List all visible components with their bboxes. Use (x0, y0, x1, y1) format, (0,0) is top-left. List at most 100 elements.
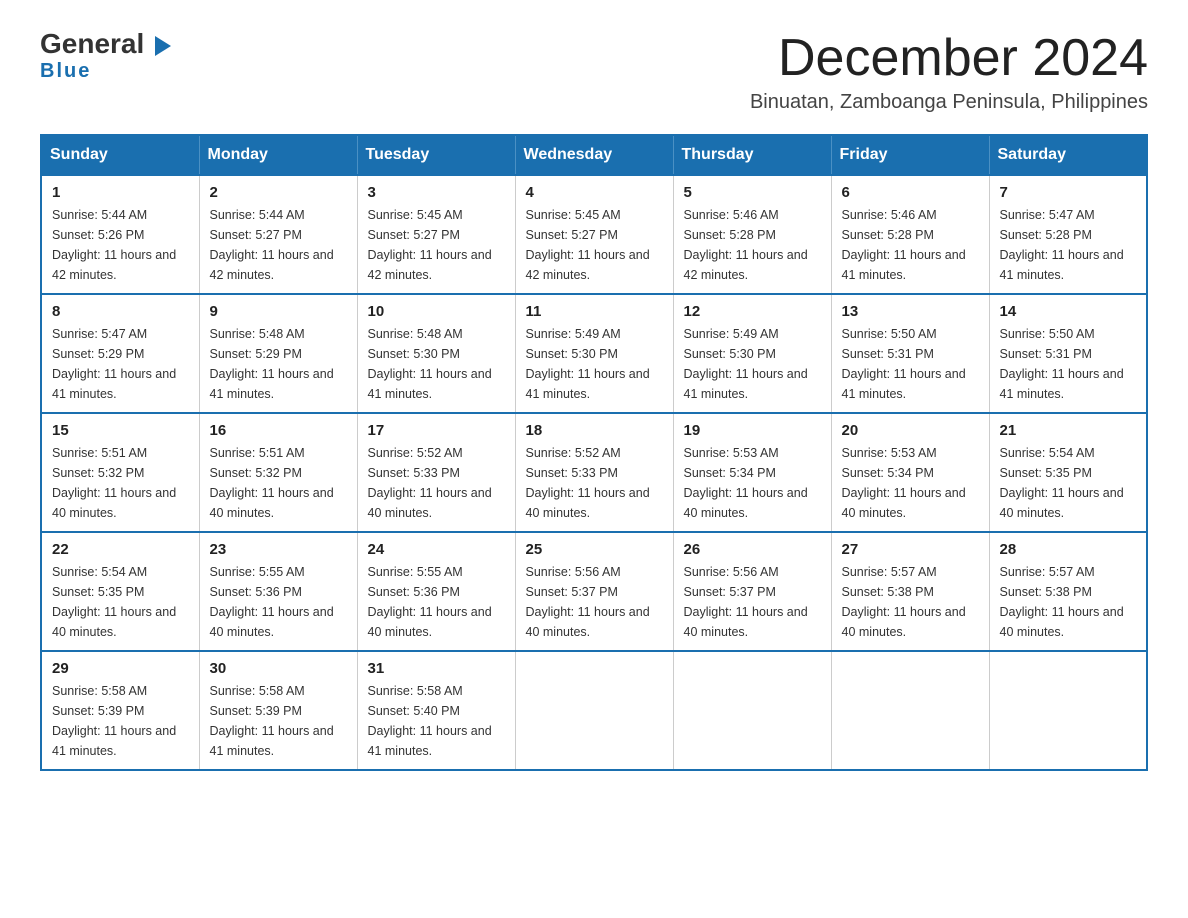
day-number: 27 (842, 541, 979, 558)
calendar-cell: 7 Sunrise: 5:47 AMSunset: 5:28 PMDayligh… (989, 175, 1147, 294)
calendar-cell: 16 Sunrise: 5:51 AMSunset: 5:32 PMDaylig… (199, 413, 357, 532)
day-info: Sunrise: 5:58 AMSunset: 5:39 PMDaylight:… (52, 684, 176, 758)
calendar-cell: 21 Sunrise: 5:54 AMSunset: 5:35 PMDaylig… (989, 413, 1147, 532)
calendar-cell: 4 Sunrise: 5:45 AMSunset: 5:27 PMDayligh… (515, 175, 673, 294)
day-info: Sunrise: 5:54 AMSunset: 5:35 PMDaylight:… (1000, 446, 1124, 520)
calendar-cell: 30 Sunrise: 5:58 AMSunset: 5:39 PMDaylig… (199, 651, 357, 770)
day-info: Sunrise: 5:51 AMSunset: 5:32 PMDaylight:… (210, 446, 334, 520)
day-number: 28 (1000, 541, 1137, 558)
day-number: 31 (368, 660, 505, 677)
calendar-week-row: 1 Sunrise: 5:44 AMSunset: 5:26 PMDayligh… (41, 175, 1147, 294)
day-number: 23 (210, 541, 347, 558)
weekday-header-sunday: Sunday (41, 135, 199, 175)
day-number: 4 (526, 184, 663, 201)
day-info: Sunrise: 5:58 AMSunset: 5:39 PMDaylight:… (210, 684, 334, 758)
day-number: 24 (368, 541, 505, 558)
calendar-cell: 20 Sunrise: 5:53 AMSunset: 5:34 PMDaylig… (831, 413, 989, 532)
day-number: 11 (526, 303, 663, 320)
calendar-cell: 3 Sunrise: 5:45 AMSunset: 5:27 PMDayligh… (357, 175, 515, 294)
calendar-cell: 2 Sunrise: 5:44 AMSunset: 5:27 PMDayligh… (199, 175, 357, 294)
calendar-cell: 23 Sunrise: 5:55 AMSunset: 5:36 PMDaylig… (199, 532, 357, 651)
calendar-cell: 18 Sunrise: 5:52 AMSunset: 5:33 PMDaylig… (515, 413, 673, 532)
calendar-cell: 14 Sunrise: 5:50 AMSunset: 5:31 PMDaylig… (989, 294, 1147, 413)
calendar-cell: 28 Sunrise: 5:57 AMSunset: 5:38 PMDaylig… (989, 532, 1147, 651)
day-info: Sunrise: 5:56 AMSunset: 5:37 PMDaylight:… (684, 565, 808, 639)
day-info: Sunrise: 5:54 AMSunset: 5:35 PMDaylight:… (52, 565, 176, 639)
day-info: Sunrise: 5:49 AMSunset: 5:30 PMDaylight:… (526, 327, 650, 401)
calendar-cell: 29 Sunrise: 5:58 AMSunset: 5:39 PMDaylig… (41, 651, 199, 770)
day-info: Sunrise: 5:44 AMSunset: 5:27 PMDaylight:… (210, 208, 334, 282)
day-info: Sunrise: 5:50 AMSunset: 5:31 PMDaylight:… (842, 327, 966, 401)
calendar-cell: 15 Sunrise: 5:51 AMSunset: 5:32 PMDaylig… (41, 413, 199, 532)
calendar-cell: 31 Sunrise: 5:58 AMSunset: 5:40 PMDaylig… (357, 651, 515, 770)
calendar-cell: 8 Sunrise: 5:47 AMSunset: 5:29 PMDayligh… (41, 294, 199, 413)
logo-general-text: General (40, 30, 171, 58)
day-number: 10 (368, 303, 505, 320)
day-number: 30 (210, 660, 347, 677)
weekday-header-monday: Monday (199, 135, 357, 175)
day-info: Sunrise: 5:46 AMSunset: 5:28 PMDaylight:… (842, 208, 966, 282)
calendar-week-row: 8 Sunrise: 5:47 AMSunset: 5:29 PMDayligh… (41, 294, 1147, 413)
calendar-cell: 22 Sunrise: 5:54 AMSunset: 5:35 PMDaylig… (41, 532, 199, 651)
day-number: 25 (526, 541, 663, 558)
weekday-header-wednesday: Wednesday (515, 135, 673, 175)
logo: General Blue (40, 30, 171, 83)
weekday-header-tuesday: Tuesday (357, 135, 515, 175)
day-info: Sunrise: 5:52 AMSunset: 5:33 PMDaylight:… (368, 446, 492, 520)
day-number: 16 (210, 422, 347, 439)
calendar-cell: 17 Sunrise: 5:52 AMSunset: 5:33 PMDaylig… (357, 413, 515, 532)
calendar-cell (989, 651, 1147, 770)
day-number: 8 (52, 303, 189, 320)
calendar-cell: 12 Sunrise: 5:49 AMSunset: 5:30 PMDaylig… (673, 294, 831, 413)
day-number: 18 (526, 422, 663, 439)
day-info: Sunrise: 5:56 AMSunset: 5:37 PMDaylight:… (526, 565, 650, 639)
day-number: 7 (1000, 184, 1137, 201)
calendar-cell: 27 Sunrise: 5:57 AMSunset: 5:38 PMDaylig… (831, 532, 989, 651)
title-area: December 2024 Binuatan, Zamboanga Penins… (750, 30, 1148, 114)
day-number: 21 (1000, 422, 1137, 439)
calendar-table: SundayMondayTuesdayWednesdayThursdayFrid… (40, 134, 1148, 771)
day-number: 12 (684, 303, 821, 320)
calendar-cell: 1 Sunrise: 5:44 AMSunset: 5:26 PMDayligh… (41, 175, 199, 294)
calendar-cell: 24 Sunrise: 5:55 AMSunset: 5:36 PMDaylig… (357, 532, 515, 651)
calendar-cell: 10 Sunrise: 5:48 AMSunset: 5:30 PMDaylig… (357, 294, 515, 413)
day-number: 29 (52, 660, 189, 677)
day-info: Sunrise: 5:46 AMSunset: 5:28 PMDaylight:… (684, 208, 808, 282)
day-info: Sunrise: 5:57 AMSunset: 5:38 PMDaylight:… (1000, 565, 1124, 639)
day-number: 20 (842, 422, 979, 439)
calendar-week-row: 15 Sunrise: 5:51 AMSunset: 5:32 PMDaylig… (41, 413, 1147, 532)
calendar-cell: 9 Sunrise: 5:48 AMSunset: 5:29 PMDayligh… (199, 294, 357, 413)
day-info: Sunrise: 5:47 AMSunset: 5:28 PMDaylight:… (1000, 208, 1124, 282)
day-info: Sunrise: 5:50 AMSunset: 5:31 PMDaylight:… (1000, 327, 1124, 401)
calendar-cell (515, 651, 673, 770)
weekday-header-friday: Friday (831, 135, 989, 175)
day-info: Sunrise: 5:51 AMSunset: 5:32 PMDaylight:… (52, 446, 176, 520)
day-info: Sunrise: 5:45 AMSunset: 5:27 PMDaylight:… (368, 208, 492, 282)
day-info: Sunrise: 5:55 AMSunset: 5:36 PMDaylight:… (210, 565, 334, 639)
logo-blue-text: Blue (40, 60, 91, 83)
day-number: 5 (684, 184, 821, 201)
calendar-cell: 26 Sunrise: 5:56 AMSunset: 5:37 PMDaylig… (673, 532, 831, 651)
month-year-title: December 2024 (750, 30, 1148, 87)
day-info: Sunrise: 5:55 AMSunset: 5:36 PMDaylight:… (368, 565, 492, 639)
calendar-cell (831, 651, 989, 770)
calendar-cell: 13 Sunrise: 5:50 AMSunset: 5:31 PMDaylig… (831, 294, 989, 413)
day-info: Sunrise: 5:48 AMSunset: 5:30 PMDaylight:… (368, 327, 492, 401)
day-number: 26 (684, 541, 821, 558)
day-info: Sunrise: 5:52 AMSunset: 5:33 PMDaylight:… (526, 446, 650, 520)
day-info: Sunrise: 5:53 AMSunset: 5:34 PMDaylight:… (684, 446, 808, 520)
day-info: Sunrise: 5:58 AMSunset: 5:40 PMDaylight:… (368, 684, 492, 758)
day-info: Sunrise: 5:47 AMSunset: 5:29 PMDaylight:… (52, 327, 176, 401)
day-number: 15 (52, 422, 189, 439)
day-info: Sunrise: 5:44 AMSunset: 5:26 PMDaylight:… (52, 208, 176, 282)
calendar-week-row: 22 Sunrise: 5:54 AMSunset: 5:35 PMDaylig… (41, 532, 1147, 651)
weekday-header-saturday: Saturday (989, 135, 1147, 175)
day-info: Sunrise: 5:48 AMSunset: 5:29 PMDaylight:… (210, 327, 334, 401)
day-number: 9 (210, 303, 347, 320)
page-header: General Blue December 2024 Binuatan, Zam… (40, 30, 1148, 114)
day-info: Sunrise: 5:45 AMSunset: 5:27 PMDaylight:… (526, 208, 650, 282)
calendar-cell: 5 Sunrise: 5:46 AMSunset: 5:28 PMDayligh… (673, 175, 831, 294)
calendar-cell (673, 651, 831, 770)
calendar-cell: 25 Sunrise: 5:56 AMSunset: 5:37 PMDaylig… (515, 532, 673, 651)
day-number: 13 (842, 303, 979, 320)
